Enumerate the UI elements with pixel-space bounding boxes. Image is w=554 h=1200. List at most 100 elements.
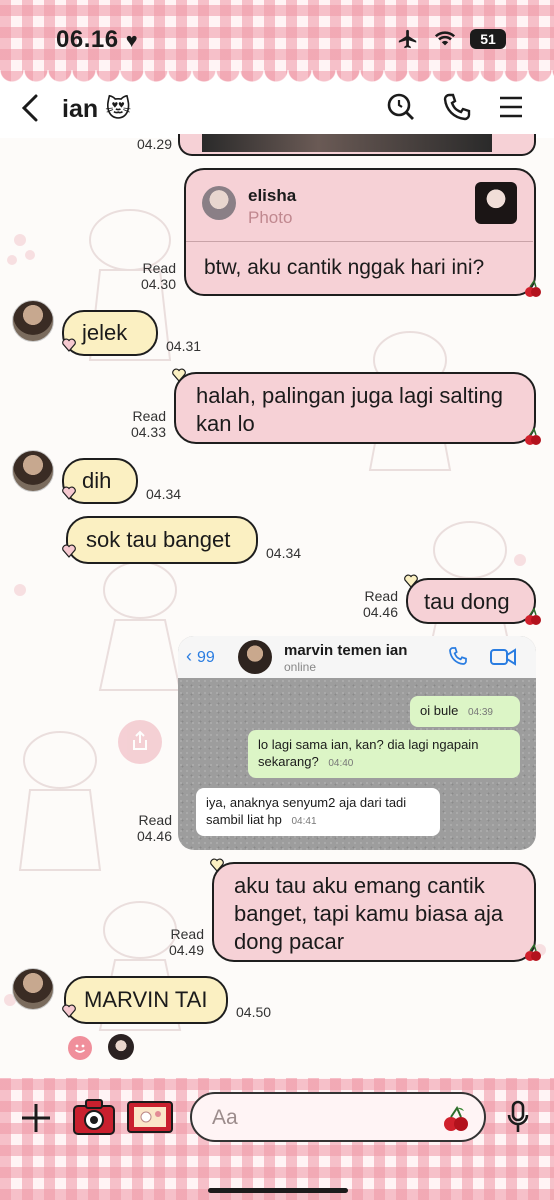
wa-contact-status: online [284, 660, 317, 674]
heart-icon [404, 574, 418, 588]
message-time: 04.49 [168, 942, 204, 958]
heart-icon [62, 1004, 76, 1018]
home-indicator [208, 1188, 348, 1193]
wa-message-out: lo lagi sama ian, kan? dia lagi ngapain … [248, 730, 520, 778]
bottom-bar: Aa [0, 1078, 554, 1200]
reply-author: elisha [248, 186, 297, 205]
wa-header: ‹ 99 marvin temen ian online [178, 636, 536, 678]
message-text: aku tau aku emang cantik banget, tapi ka… [234, 873, 504, 954]
read-receipt: Read [364, 588, 398, 604]
share-button[interactable] [118, 720, 162, 764]
chat-header: ian 😻 [0, 82, 554, 134]
wa-message-time: 04:39 [467, 707, 493, 718]
wa-message-text: lo lagi sama ian, kan? dia lagi ngapain … [258, 737, 479, 769]
camera-icon[interactable] [72, 1098, 116, 1136]
message-text: sok tau banget [86, 527, 231, 552]
heart-icon [210, 858, 224, 872]
message-time: 04.33 [130, 424, 166, 440]
message-time: 04.46 [136, 828, 172, 844]
message-meta: Read 04.46 [348, 588, 398, 620]
phone-icon[interactable] [442, 92, 472, 122]
message-text: halah, palingan juga lagi salting kan lo [196, 383, 504, 436]
cherry-icon [525, 428, 541, 445]
message-text: btw, aku cantik nggak hari ini? [204, 256, 485, 279]
mic-icon[interactable] [506, 1100, 530, 1134]
message-meta: Read 04.49 [154, 926, 204, 958]
message-input[interactable]: Aa [190, 1092, 486, 1142]
avatar[interactable] [12, 300, 54, 342]
header-actions [386, 92, 524, 122]
cherry-icon [525, 608, 541, 625]
avatar[interactable] [12, 450, 54, 492]
wa-message-time: 04:40 [328, 758, 354, 769]
search-icon[interactable] [386, 92, 416, 122]
heart-icon [62, 486, 76, 500]
sticker-icon[interactable] [126, 1100, 174, 1134]
message-time: 04.30 [140, 276, 176, 292]
message-time: 04.46 [362, 604, 398, 620]
wa-contact-name: marvin temen ian [284, 642, 408, 659]
wa-back: ‹ 99 [186, 646, 215, 666]
wa-phone-icon [449, 647, 467, 665]
reply-kind: Photo [248, 208, 293, 227]
reaction-smile[interactable] [68, 1036, 92, 1060]
message-reply-bubble[interactable]: elisha Photo btw, aku cantik nggak hari … [184, 168, 536, 296]
message-text: tau dong [424, 589, 510, 614]
read-receipt: Read [138, 812, 172, 828]
heart-icon [62, 338, 76, 352]
message-text: jelek [82, 320, 128, 345]
message-meta: Read 04.30 [126, 260, 176, 292]
wa-message-time: 04:41 [291, 816, 317, 827]
smile-icon [74, 1044, 86, 1053]
avatar[interactable] [12, 968, 54, 1010]
read-receipt: Read [132, 408, 166, 424]
avatar [202, 186, 236, 220]
message-meta: Read 04.46 [122, 812, 172, 844]
heart-icon: ♥ [125, 30, 139, 52]
message-time: 04.31 [166, 338, 202, 354]
message-bubble[interactable]: aku tau aku emang cantik banget, tapi ka… [212, 862, 536, 962]
message-bubble[interactable]: jelek [62, 310, 158, 356]
reply-thumbnail [475, 182, 517, 224]
message-time: 04.34 [266, 545, 302, 561]
whatsapp-screenshot[interactable]: ‹ 99 marvin temen ian online oi bule 04:… [178, 636, 536, 850]
plus-icon[interactable] [20, 1102, 52, 1134]
menu-icon[interactable] [498, 92, 524, 122]
read-avatar [108, 1034, 134, 1060]
avatar [238, 640, 272, 674]
photo-strip [202, 134, 492, 152]
share-icon [133, 730, 147, 750]
message-bubble[interactable]: halah, palingan juga lagi salting kan lo [174, 372, 536, 444]
message-bubble[interactable]: MARVIN TAI [64, 976, 228, 1024]
wa-back-count: 99 [197, 649, 215, 666]
wifi-icon [434, 31, 456, 46]
message-time: 04.34 [146, 486, 182, 502]
message-meta: Read 04.33 [116, 408, 166, 440]
contact-name-text: ian [62, 95, 99, 123]
cherry-icon[interactable] [442, 1106, 470, 1132]
wa-video-icon [490, 648, 516, 666]
airplane-icon [398, 29, 417, 49]
message-text: dih [82, 468, 112, 493]
status-time-text: 06.16 [56, 26, 119, 53]
contact-name[interactable]: ian 😻 [62, 94, 131, 124]
message-text: MARVIN TAI [84, 987, 208, 1012]
cherry-icon [525, 944, 541, 961]
message-bubble[interactable]: sok tau banget [66, 516, 258, 564]
heart-icon [172, 368, 186, 382]
wa-message-in: iya, anaknya senyum2 aja dari tadi sambi… [196, 788, 440, 836]
cherry-icon [525, 280, 541, 297]
reply-preview[interactable]: elisha Photo [186, 170, 533, 242]
back-icon[interactable] [18, 94, 44, 122]
message-bubble[interactable]: tau dong [406, 578, 536, 624]
heart-eyes-cat-icon: 😻 [105, 95, 132, 123]
message-input-placeholder: Aa [212, 1106, 238, 1129]
status-time: 06.16 ♥ [56, 26, 138, 54]
read-receipt: Read [170, 926, 204, 942]
wa-message-text: oi bule [420, 703, 459, 718]
message-time: 04.50 [236, 1004, 272, 1020]
heart-icon [62, 544, 76, 558]
message-photo-partial[interactable] [178, 134, 536, 156]
battery-indicator: 51 [470, 29, 506, 49]
status-icons: 51 [396, 28, 506, 50]
